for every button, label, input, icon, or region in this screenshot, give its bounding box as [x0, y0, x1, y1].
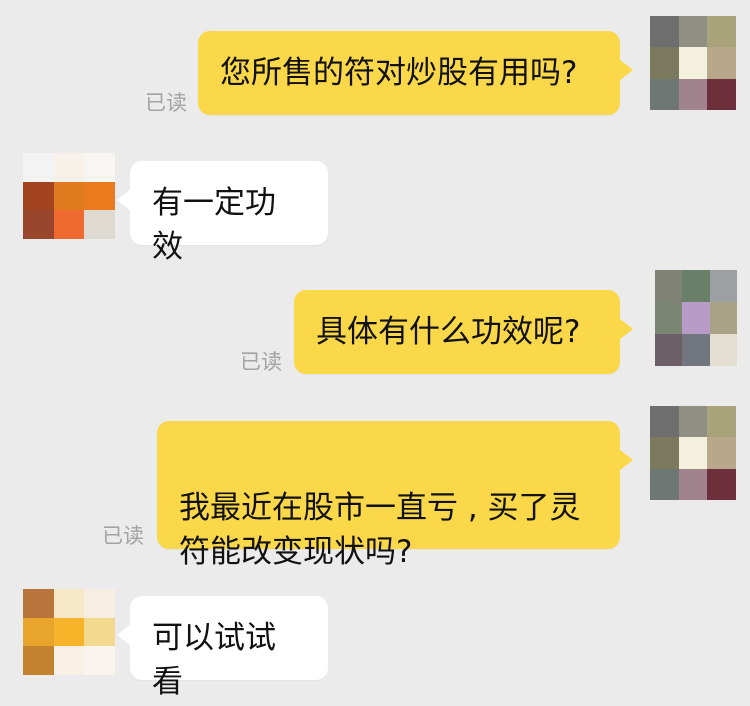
chat-area: 您所售的符对炒股有用吗? 已读 有一定功效 具体有什么功效呢? 已读 我最近在股… [0, 0, 750, 706]
contact-avatar[interactable] [23, 589, 115, 675]
my-avatar[interactable] [650, 16, 736, 110]
message-bubble-received[interactable]: 可以试试看 [117, 596, 328, 700]
message-text: 我最近在股市一直亏 , 买了灵 符能改变现状吗? [179, 490, 581, 570]
my-avatar[interactable] [655, 270, 737, 366]
read-receipt: 已读 [145, 91, 187, 115]
message-bubble-sent[interactable]: 您所售的符对炒股有用吗? [198, 31, 633, 115]
contact-avatar[interactable] [23, 153, 115, 239]
message-text: 您所售的符对炒股有用吗? [220, 55, 578, 91]
message-text: 有一定功效 [152, 185, 276, 265]
message-bubble-received[interactable]: 有一定功效 [117, 161, 328, 265]
message-text: 可以试试看 [152, 620, 276, 700]
read-receipt: 已读 [240, 350, 282, 374]
my-avatar[interactable] [650, 406, 736, 500]
message-bubble-sent[interactable]: 我最近在股市一直亏 , 买了灵 符能改变现状吗? [157, 421, 633, 570]
message-bubble-sent[interactable]: 具体有什么功效呢? [294, 290, 633, 374]
message-text: 具体有什么功效呢? [316, 314, 581, 350]
read-receipt: 已读 [102, 524, 144, 548]
